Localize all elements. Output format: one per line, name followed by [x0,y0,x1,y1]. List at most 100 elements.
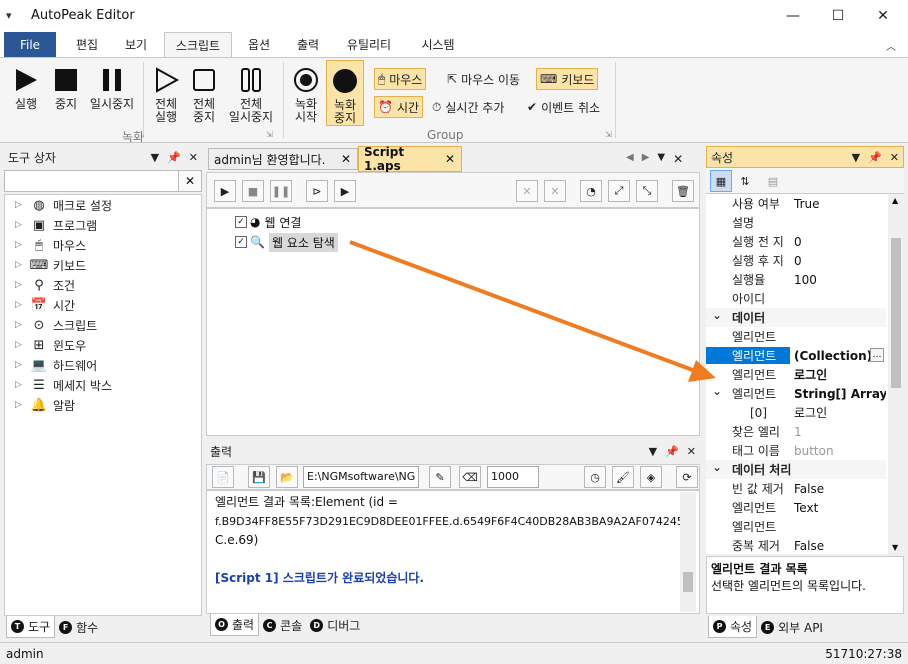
property-row[interactable]: 중복 제거 False [706,536,886,554]
property-row[interactable]: 엘리먼트 로그인 [706,365,886,384]
pin-icon[interactable]: 📌 [665,445,679,458]
tab-system[interactable]: 시스템 [410,32,466,57]
property-row[interactable]: 엘리먼트 [706,517,886,536]
properties-scrollbar[interactable]: ▲ ▼ [888,194,904,554]
property-value[interactable]: 0 [790,254,886,268]
add-realtime-button[interactable]: ⏱ 실시간 추가 [429,96,507,118]
run-to-icon[interactable]: ▶ [334,180,356,202]
tree-item-message-box[interactable]: ▷ ☰ 메세지 박스 [15,375,112,395]
save-icon[interactable]: 💾 [248,466,270,488]
dialog-launcher-icon[interactable]: ⇲ [605,130,612,139]
dropdown-icon[interactable]: ▼ [852,151,860,164]
record-stop-button[interactable]: 녹화 중지 [326,60,364,126]
property-row[interactable]: 실행 전 지 0 [706,232,886,251]
property-value[interactable]: 1 [790,425,886,439]
trash-icon[interactable]: 🗑 [672,180,694,202]
collapse-icon[interactable]: ⌄ [712,384,722,398]
tab-external-api[interactable]: E 외부 API [757,616,827,638]
property-row[interactable]: ⌄ 엘리먼트 String[] Array [706,384,886,403]
property-value[interactable]: 100 [790,273,886,287]
brush-icon[interactable]: 🖌 [612,466,634,488]
stop-button[interactable]: 중지 [48,64,84,111]
property-row[interactable]: … 엘리먼트 (Collection) [706,346,886,365]
checkbox-icon[interactable]: ✓ [235,236,247,248]
close-icon[interactable]: ✕ [445,152,455,166]
minimize-button[interactable]: — [770,0,816,32]
tab-output-log[interactable]: O 출력 [210,614,260,636]
clear-search-button[interactable]: ✕ [178,170,202,192]
stop-all-button[interactable]: 전체 중지 [186,64,222,124]
mouse-button[interactable]: 🖱 마우스 [374,68,427,90]
line-limit-stepper[interactable]: 1000 [487,466,539,488]
toolbox-search-input[interactable] [4,170,202,192]
close-icon[interactable]: ✕ [341,152,351,166]
tab-file[interactable]: File [4,32,56,57]
tree-item-hardware[interactable]: ▷ 💻 하드웨어 [15,355,97,375]
pause-icon[interactable]: ❚❚ [270,180,292,202]
tab-debug[interactable]: D 디버그 [306,614,364,636]
tree-item-macro-settings[interactable]: ▷ ◍ 매크로 설정 [15,195,112,215]
tab-options[interactable]: 옵션 [236,32,282,57]
cancel-event-button[interactable]: ✔ 이벤트 취소 [524,96,603,118]
property-value[interactable]: True [790,197,886,211]
property-row[interactable]: 찾은 엘리 1 [706,422,886,441]
property-row[interactable]: 빈 값 제거 False [706,479,886,498]
tab-script[interactable]: 스크립트 [164,32,232,58]
collapse-icon[interactable]: ⌄ [712,460,722,474]
property-value[interactable]: Text [790,501,886,515]
stop-icon[interactable]: ■ [242,180,264,202]
property-row[interactable]: 엘리먼트 Text [706,498,886,517]
pause-button[interactable]: 일시중지 [86,64,138,111]
play-icon[interactable]: ▶ [214,180,236,202]
tab-view[interactable]: 보기 [112,32,160,57]
tree-item-mouse[interactable]: ▷ 🖱 마우스 [15,235,86,255]
run-button[interactable]: 실행 [8,64,44,111]
delete-all-icon[interactable]: ✕ [544,180,566,202]
property-value[interactable]: False [790,482,886,496]
node-web-connect[interactable]: ✓ ◕ 웹 연결 [235,213,301,231]
output-scrollbar[interactable] [680,492,696,612]
keyboard-button[interactable]: ⌨ 키보드 [536,68,599,90]
tab-console[interactable]: C 콘솔 [259,614,306,636]
time-button[interactable]: ⏰ 시간 [374,96,424,118]
close-icon[interactable]: ✕ [673,152,683,166]
save-log-icon[interactable]: 📄 [212,466,234,488]
collapse-icon[interactable]: ⤡ [636,180,658,202]
tab-edit[interactable]: 편집 [62,32,112,57]
property-category[interactable]: ⌄ 데이터 처리 [706,460,886,479]
fill-icon[interactable]: ◈ [640,466,662,488]
pause-all-button[interactable]: 전체 일시중지 [224,64,278,124]
property-value[interactable]: button [790,444,886,458]
system-menu-icon[interactable]: ▾ [6,9,12,22]
property-row[interactable]: 엘리먼트 [706,327,886,346]
maximize-button[interactable]: ☐ [815,0,861,32]
dropdown-icon[interactable]: ▼ [657,152,665,166]
record-start-button[interactable]: 녹화 시작 [288,64,324,124]
path-input[interactable]: E:\NGMsoftware\NG [303,466,419,488]
collection-editor-button[interactable]: … [870,348,884,362]
close-button[interactable]: ✕ [860,0,906,32]
refresh-icon[interactable]: ⟳ [676,466,698,488]
tree-item-condition[interactable]: ▷ ⚲ 조건 [15,275,75,295]
left-arrow-icon[interactable]: ◀ [626,152,634,166]
delete-icon[interactable]: ✕ [516,180,538,202]
property-row[interactable]: 설명 [706,213,886,232]
property-row[interactable]: 사용 여부 True [706,194,886,213]
checkbox-icon[interactable]: ✓ [235,216,247,228]
property-row[interactable]: 태그 이름 button [706,441,886,460]
refresh-icon[interactable]: ◔ [580,180,602,202]
tree-item-alarm[interactable]: ▷ 🔔 알람 [15,395,75,415]
dropdown-icon[interactable]: ▼ [151,151,159,164]
clean-icon[interactable]: ✎ [429,466,451,488]
run-all-button[interactable]: 전체 실행 [148,64,184,124]
property-value[interactable]: 0 [790,235,886,249]
expand-icon[interactable]: ⤢ [608,180,630,202]
property-category[interactable]: ⌄ 데이터 [706,308,886,327]
close-icon[interactable]: ✕ [687,445,696,458]
property-pages-icon[interactable]: ▤ [762,170,784,192]
close-icon[interactable]: ✕ [189,151,198,164]
eraser-icon[interactable]: ⌫ [459,466,481,488]
property-value[interactable]: 로그인 [790,404,886,421]
property-row[interactable]: 아이디 [706,289,886,308]
tree-item-window[interactable]: ▷ ⊞ 윈도우 [15,335,86,355]
